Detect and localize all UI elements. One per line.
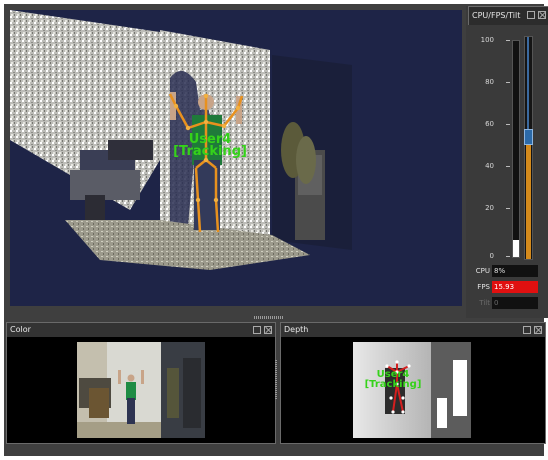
cpu-stat: CPU 8%: [466, 264, 548, 278]
scale-tick-mark: [506, 208, 510, 209]
tilt-slider[interactable]: [524, 36, 533, 260]
cpu-usage-bar: [512, 40, 520, 258]
scale-tick-mark: [506, 40, 510, 41]
depth-panel: Depth User4 [Tracking]: [280, 322, 546, 444]
tilt-stat-value: 0: [492, 297, 538, 309]
cpu-fps-tilt-tab[interactable]: CPU/FPS/Tilt: [468, 6, 548, 25]
depth-user-label: User4 [Tracking]: [363, 370, 423, 390]
tilt-stat: Tilt 0: [466, 296, 548, 310]
color-panel-header[interactable]: Color: [7, 323, 275, 337]
cpu-usage-fill: [513, 240, 519, 257]
color-panel-title: Color: [10, 325, 31, 334]
close-panel-icon[interactable]: [264, 326, 272, 334]
scale-tick-mark: [506, 166, 510, 167]
vertical-splitter-handle[interactable]: [275, 360, 277, 400]
tilt-slider-handle[interactable]: [524, 129, 533, 145]
scale-tick: 60: [485, 120, 494, 128]
color-video-feed: [7, 338, 275, 443]
scale-tick: 40: [485, 162, 494, 170]
tilt-stat-label: Tilt: [479, 299, 490, 307]
depth-frame: [281, 338, 545, 443]
scale-tick: 80: [485, 78, 494, 86]
fps-stat: FPS 15.93: [466, 280, 548, 294]
scale-tick: 100: [480, 36, 494, 44]
horizontal-splitter-handle[interactable]: [254, 316, 284, 319]
float-panel-icon[interactable]: [527, 11, 535, 19]
color-panel: Color: [6, 322, 276, 444]
cpu-fps-tilt-title: CPU/FPS/Tilt: [472, 11, 521, 20]
viewport-user-label: User4 [Tracking]: [170, 133, 250, 159]
cpu-fps-tilt-panel: CPU/FPS/Tilt 100 80 60 40 20 0 CPU 8% FP…: [466, 6, 548, 318]
fps-stat-value: 15.93: [492, 281, 538, 293]
scale-tick-mark: [506, 82, 510, 83]
scale-tick: 0: [489, 252, 494, 260]
scale-tick-mark: [506, 256, 510, 257]
close-panel-icon[interactable]: [538, 11, 546, 19]
depth-video-feed: User4 [Tracking]: [281, 338, 545, 443]
float-panel-icon[interactable]: [523, 326, 531, 334]
pointcloud-viewport[interactable]: User4 [Tracking]: [10, 10, 462, 306]
scale-tick-mark: [506, 124, 510, 125]
cpu-stat-value: 8%: [492, 265, 538, 277]
float-panel-icon[interactable]: [253, 326, 261, 334]
tilt-slider-upper: [527, 37, 529, 129]
depth-panel-title: Depth: [284, 325, 309, 334]
tilt-slider-fill: [526, 137, 531, 259]
fps-stat-label: FPS: [477, 283, 490, 291]
viewport-tracking-status: [Tracking]: [173, 144, 247, 159]
color-frame: [7, 338, 275, 443]
depth-tracking-status: [Tracking]: [364, 379, 422, 390]
close-panel-icon[interactable]: [534, 326, 542, 334]
depth-panel-header[interactable]: Depth: [281, 323, 545, 337]
scale-tick: 20: [485, 204, 494, 212]
cpu-stat-label: CPU: [475, 267, 490, 275]
